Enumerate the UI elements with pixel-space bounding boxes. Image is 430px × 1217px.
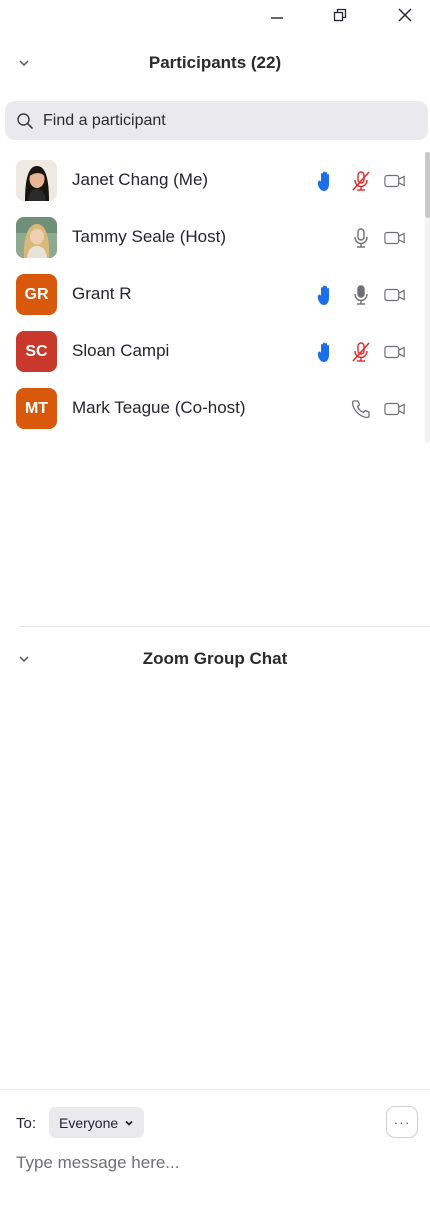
recipient-value: Everyone [59, 1114, 119, 1131]
participant-name: Mark Teague (Co-host) [72, 398, 246, 417]
participants-header: Participants (22) [0, 46, 430, 80]
message-input[interactable] [16, 1150, 416, 1176]
participant-row[interactable]: Janet Chang (Me) [0, 153, 430, 210]
mic-icon[interactable] [350, 227, 372, 249]
participant-row[interactable]: GR Grant R [0, 267, 430, 324]
chat-header: Zoom Group Chat [0, 642, 430, 676]
participant-name: Janet Chang (Me) [72, 170, 209, 189]
raised-hand-icon [315, 284, 337, 306]
video-off-icon[interactable] [384, 284, 406, 306]
participant-name: Sloan Campi [72, 341, 170, 360]
video-off-icon[interactable] [384, 227, 406, 249]
mic-muted-icon[interactable] [350, 341, 372, 363]
recipient-select[interactable]: Everyone [49, 1107, 145, 1138]
phone-icon [350, 398, 372, 420]
video-off-icon[interactable] [384, 398, 406, 420]
avatar: SC [16, 331, 57, 372]
restore-button[interactable] [320, 2, 360, 28]
participant-name: Tammy Seale (Host) [72, 227, 226, 246]
avatar: GR [16, 274, 57, 315]
participant-scrollbar[interactable] [425, 152, 430, 442]
close-button[interactable] [385, 2, 425, 28]
restore-icon [332, 7, 348, 23]
participant-row[interactable]: Tammy Seale (Host) [0, 210, 430, 267]
minimize-icon [269, 7, 285, 23]
video-off-icon[interactable] [384, 341, 406, 363]
avatar [16, 217, 57, 258]
close-icon [397, 7, 413, 23]
search-icon [16, 112, 34, 130]
minimize-button[interactable] [257, 2, 297, 28]
chevron-down-icon [124, 1118, 134, 1128]
raised-hand-icon [315, 341, 337, 363]
participant-row[interactable]: MT Mark Teague (Co-host) [0, 381, 430, 438]
mic-muted-icon[interactable] [350, 170, 372, 192]
more-icon: ··· [393, 1114, 411, 1130]
participant-list: Janet Chang (Me) Tammy Seale (Host) GR G… [0, 153, 430, 438]
raised-hand-icon [315, 170, 337, 192]
to-label: To: [16, 1115, 37, 1132]
mic-icon[interactable] [350, 284, 372, 306]
avatar: MT [16, 388, 57, 429]
panel-divider[interactable] [20, 626, 430, 627]
participant-row[interactable]: SC Sloan Campi [0, 324, 430, 381]
avatar [16, 160, 57, 201]
scrollbar-thumb[interactable] [425, 152, 430, 218]
more-options-button[interactable]: ··· [386, 1106, 418, 1138]
participant-name: Grant R [72, 284, 132, 303]
participants-title: Participants (22) [148, 53, 282, 72]
chat-input-divider [0, 1089, 430, 1090]
chat-title: Zoom Group Chat [142, 649, 288, 668]
participant-search[interactable] [5, 101, 428, 140]
video-off-icon[interactable] [384, 170, 406, 192]
search-input[interactable] [43, 101, 413, 140]
